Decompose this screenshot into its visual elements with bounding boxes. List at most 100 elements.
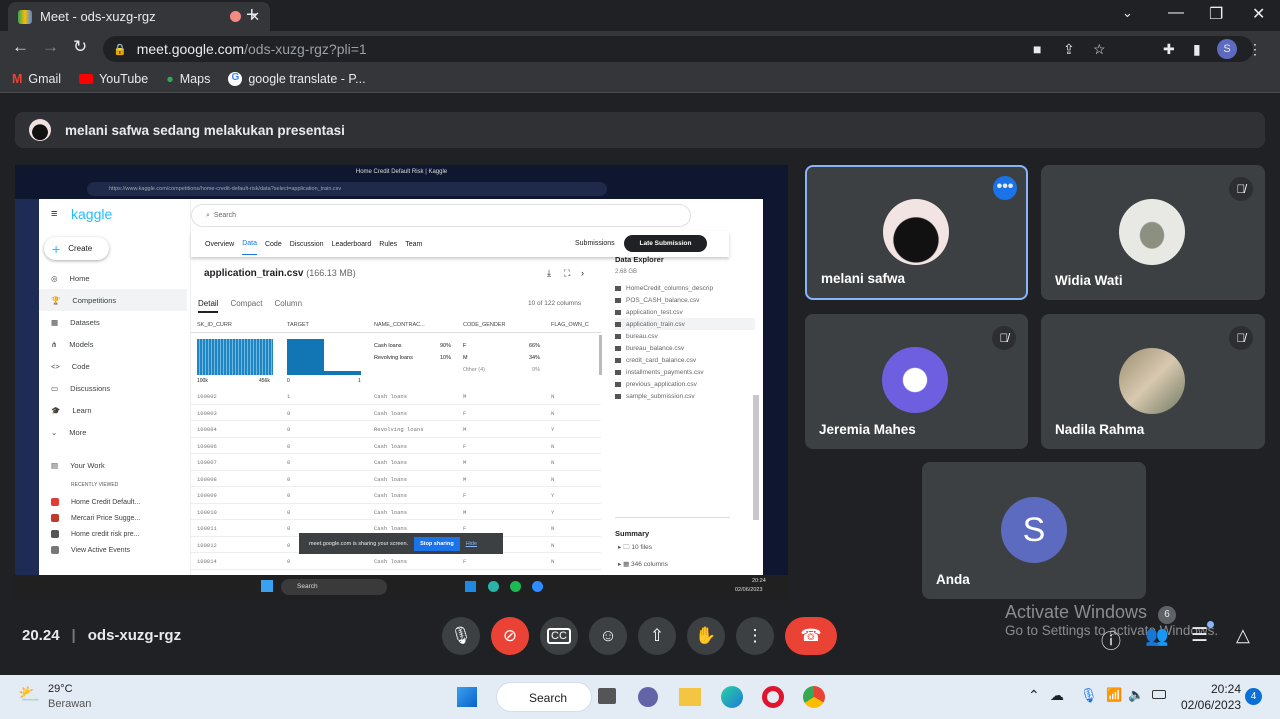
submissions-link[interactable]: Submissions xyxy=(575,240,615,247)
file-item[interactable]: previous_application.csv xyxy=(615,378,755,390)
nav-item-models[interactable]: ⋔ Models xyxy=(51,333,187,355)
onedrive-icon[interactable]: ☁ xyxy=(1050,687,1064,704)
nav-item-more[interactable]: ⌄ More xyxy=(51,421,187,443)
clock-time[interactable]: 20:24 xyxy=(1211,682,1241,696)
notification-badge[interactable]: 4 xyxy=(1245,688,1262,705)
tab-search-icon[interactable]: ⌄ xyxy=(1122,5,1133,21)
columns-count[interactable]: 10 of 122 columns xyxy=(528,300,581,307)
windows-start-icon[interactable] xyxy=(261,580,273,592)
camera-button[interactable]: ⊘ xyxy=(491,617,529,655)
table-row[interactable]: 100006 0 Cash loans F N xyxy=(191,438,601,454)
column-header[interactable]: SK_ID_CURR xyxy=(197,322,232,328)
file-item[interactable]: bureau_balance.csv xyxy=(615,342,755,354)
shared-url[interactable]: https://www.kaggle.com/competitions/home… xyxy=(87,182,607,196)
bookmark-gmail[interactable]: M Gmail xyxy=(12,72,61,86)
bookmark-translate[interactable]: Ggoogle translate - P... xyxy=(228,72,366,86)
people-icon[interactable]: 👥 xyxy=(1145,624,1169,648)
vscode-icon[interactable] xyxy=(465,581,476,592)
edge-browser-icon[interactable] xyxy=(721,686,743,708)
nav-item-discussions[interactable]: ▭ Discussions xyxy=(51,377,187,399)
recent-item[interactable]: Home Credit Default... xyxy=(51,494,140,510)
opera-icon[interactable] xyxy=(762,686,784,708)
table-row[interactable]: 100014 0 Cash loans F N xyxy=(191,553,601,570)
participant-tile-nadila[interactable]: 🎙̸ Nadila Rahma xyxy=(1041,314,1265,449)
late-submission-button[interactable]: Late Submission xyxy=(624,235,707,252)
recent-item[interactable]: View Active Events xyxy=(51,542,140,558)
camera-icon[interactable]: ■ xyxy=(1033,41,1041,57)
edge-icon[interactable] xyxy=(488,581,499,592)
next-icon[interactable]: › xyxy=(581,268,584,278)
nav-item-datasets[interactable]: ▦ Datasets xyxy=(51,311,187,333)
chat-icon[interactable]: ☰ xyxy=(1191,624,1208,647)
teams-chat-icon[interactable] xyxy=(638,687,658,707)
table-row[interactable]: 100002 1 Cash loans M N xyxy=(191,388,601,405)
captions-button[interactable]: CC xyxy=(540,617,578,655)
nav-item-home[interactable]: ◎ Home xyxy=(51,267,187,289)
zoom-icon[interactable] xyxy=(532,581,543,592)
table-row[interactable]: 100010 0 Cash loans M Y xyxy=(191,504,601,520)
tab-code[interactable]: Code xyxy=(265,241,282,248)
view-tab-compact[interactable]: Compact xyxy=(230,299,262,313)
nav-item-competitions[interactable]: 🏆 Competitions xyxy=(39,289,187,311)
address-bar[interactable]: 🔒 meet.google.com/ods-xuzg-rgz?pli=1 ■ ⇪… xyxy=(103,36,1262,62)
participant-tile-melani[interactable]: ••• melani safwa xyxy=(805,165,1028,300)
participant-tile-widia[interactable]: 🎙̸ Widia Wati xyxy=(1041,165,1265,300)
reload-icon[interactable]: ↻ xyxy=(73,37,87,57)
kaggle-search[interactable]: ⌕ Search xyxy=(191,204,691,227)
bookmark-youtube[interactable]: YouTube xyxy=(79,72,148,86)
raise-hand-button[interactable]: ✋ xyxy=(687,617,725,655)
start-icon[interactable] xyxy=(457,687,477,707)
battery-icon[interactable] xyxy=(1152,690,1166,699)
chrome-icon[interactable] xyxy=(803,686,825,708)
download-icon[interactable]: ⤓ xyxy=(547,268,551,279)
nav-item-code[interactable]: <> Code xyxy=(51,355,187,377)
more-options-icon[interactable]: ••• xyxy=(993,176,1017,200)
tab-team[interactable]: Team xyxy=(405,241,422,248)
meeting-details-icon[interactable]: ⓘ xyxy=(1101,625,1121,654)
new-tab-icon[interactable]: + xyxy=(246,4,258,27)
more-options-button[interactable]: ⋮ xyxy=(736,617,774,655)
weather-icon[interactable]: ⛅ xyxy=(18,684,40,705)
tab-discussion[interactable]: Discussion xyxy=(290,241,324,248)
file-item[interactable]: bureau.csv xyxy=(615,330,755,342)
file-item[interactable]: application_test.csv xyxy=(615,306,755,318)
restore-icon[interactable]: ❐ xyxy=(1209,4,1223,24)
reactions-button[interactable]: ☺ xyxy=(589,617,627,655)
extension-icon[interactable]: ✚ xyxy=(1163,41,1175,58)
view-tab-column[interactable]: Column xyxy=(274,299,302,313)
forward-icon[interactable]: → xyxy=(42,37,59,57)
view-tab-detail[interactable]: Detail xyxy=(198,299,219,313)
kaggle-logo[interactable]: kaggle xyxy=(71,206,112,222)
table-row[interactable]: 100008 0 Cash loans M N xyxy=(191,471,601,487)
taskbar-search[interactable]: Search xyxy=(496,682,592,712)
side-panel-icon[interactable]: ▮ xyxy=(1193,41,1201,58)
recent-item[interactable]: Mercari Price Sugge... xyxy=(51,510,140,526)
show-hidden-icons[interactable]: ⌃ xyxy=(1028,687,1040,704)
fullscreen-icon[interactable]: ⛶ xyxy=(564,268,570,279)
file-item[interactable]: HomeCredit_columns_descrip xyxy=(615,282,755,294)
column-header[interactable]: NAME_CONTRAC... xyxy=(374,322,425,328)
recent-item[interactable]: Home credit risk pre... xyxy=(51,526,140,542)
tab-data[interactable]: Data xyxy=(242,233,257,255)
back-icon[interactable]: ← xyxy=(12,37,29,57)
tab-leaderboard[interactable]: Leaderboard xyxy=(332,241,372,248)
column-header[interactable]: TARGET xyxy=(287,322,309,328)
task-view-icon[interactable] xyxy=(598,688,616,704)
clock-date[interactable]: 02/06/2023 xyxy=(1181,698,1241,712)
hide-button[interactable]: Hide xyxy=(466,541,477,547)
tab-overview[interactable]: Overview xyxy=(205,241,234,248)
participant-tile-self[interactable]: S Anda xyxy=(922,462,1146,599)
close-window-icon[interactable]: ✕ xyxy=(1252,4,1265,24)
table-scrollbar[interactable] xyxy=(599,335,602,375)
present-button[interactable]: ⇧ xyxy=(638,617,676,655)
shared-taskbar-search[interactable]: Search xyxy=(281,579,387,595)
table-row[interactable]: 100004 0 Revolving loans M Y xyxy=(191,421,601,438)
file-item[interactable]: application_train.csv xyxy=(615,318,755,330)
participant-tile-jeremia[interactable]: 🎙̸ Jeremia Mahes xyxy=(805,314,1028,449)
table-row[interactable]: 100003 0 Cash loans F N xyxy=(191,405,601,421)
microphone-button[interactable]: 🎙 xyxy=(442,617,480,655)
volume-icon[interactable]: 🔈 xyxy=(1128,687,1144,703)
mic-in-use-icon[interactable]: 🎙 xyxy=(1080,687,1098,704)
summary-files[interactable]: ▸ 🗀 10 files xyxy=(618,543,652,554)
column-header[interactable]: FLAG_OWN_C xyxy=(551,322,589,328)
